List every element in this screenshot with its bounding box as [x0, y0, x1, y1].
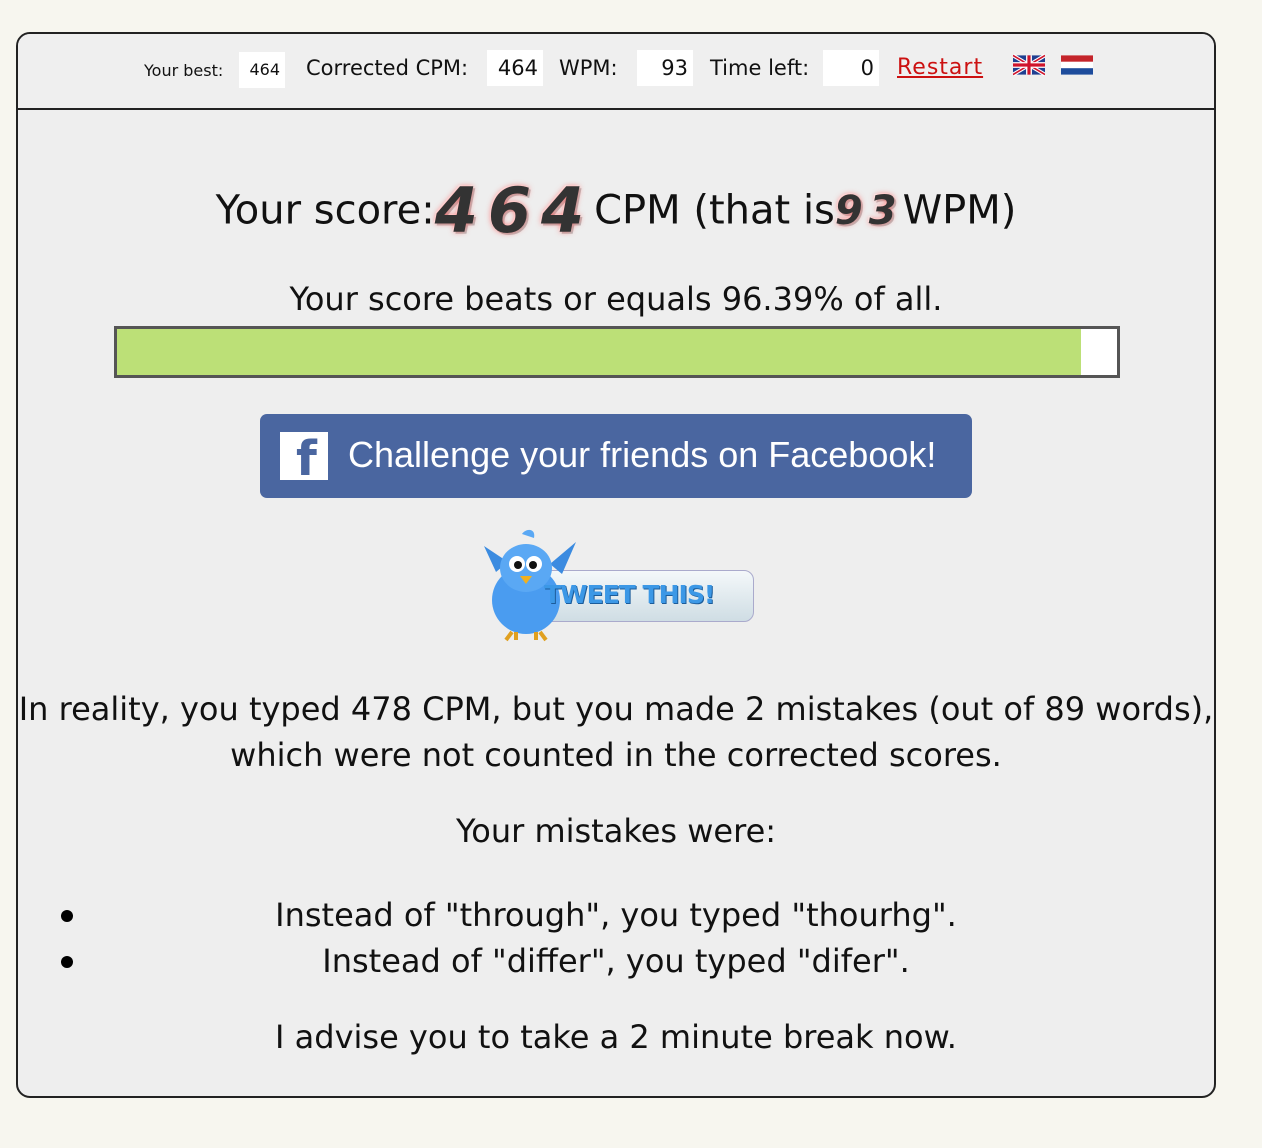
- time-left-field: 0: [823, 50, 879, 86]
- restart-link[interactable]: Restart: [897, 55, 983, 80]
- best-value-field: 464: [239, 52, 285, 88]
- corrected-cpm-label: Corrected CPM:: [306, 56, 469, 80]
- best-label: Your best:: [144, 61, 224, 80]
- advice-text: I advise you to take a 2 minute break no…: [275, 1018, 957, 1056]
- mistake-item: Instead of "differ", you typed "difer".: [18, 938, 1214, 984]
- reality-line-2: which were not counted in the corrected …: [230, 736, 1002, 774]
- english-flag-icon[interactable]: [1013, 54, 1045, 76]
- wpm-field: 93: [637, 50, 693, 86]
- reality-text: In reality, you typed 478 CPM, but you m…: [18, 686, 1214, 778]
- mistake-item: Instead of "through", you typed "thourhg…: [18, 892, 1214, 938]
- tweet-this-button[interactable]: TWEET THIS!: [476, 528, 756, 648]
- wpm-score: 93: [805, 187, 903, 234]
- corrected-cpm-field: 464: [487, 50, 543, 86]
- facebook-challenge-button[interactable]: f Challenge your friends on Facebook!: [260, 414, 972, 498]
- score-prefix: Your score:: [215, 187, 435, 234]
- facebook-icon: f: [280, 432, 328, 483]
- percentile-text: Your score beats or equals 96.39% of all…: [289, 280, 943, 318]
- stats-bar: Your best: 464 Corrected CPM: 464 WPM: 9…: [18, 34, 1214, 110]
- wpm-label: WPM:: [559, 56, 618, 80]
- facebook-button-label: Challenge your friends on Facebook!: [348, 434, 937, 475]
- percentile-bar: [114, 326, 1120, 378]
- score-line: Your score:464CPM (that is93WPM): [18, 174, 1214, 247]
- result-panel: Your best: 464 Corrected CPM: 464 WPM: 9…: [16, 32, 1216, 1098]
- reality-line-1: In reality, you typed 478 CPM, but you m…: [18, 690, 1214, 728]
- mistakes-title: Your mistakes were:: [455, 812, 777, 850]
- score-suffix: WPM): [902, 187, 1017, 234]
- score-middle: CPM (that is: [594, 187, 835, 234]
- cpm-score: 464: [404, 174, 595, 247]
- mistakes-list: Instead of "through", you typed "thourhg…: [18, 892, 1214, 984]
- tweet-label: TWEET THIS!: [544, 580, 715, 609]
- dutch-flag-icon[interactable]: [1061, 54, 1093, 76]
- percentile-bar-fill: [117, 329, 1081, 375]
- time-left-label: Time left:: [710, 56, 810, 80]
